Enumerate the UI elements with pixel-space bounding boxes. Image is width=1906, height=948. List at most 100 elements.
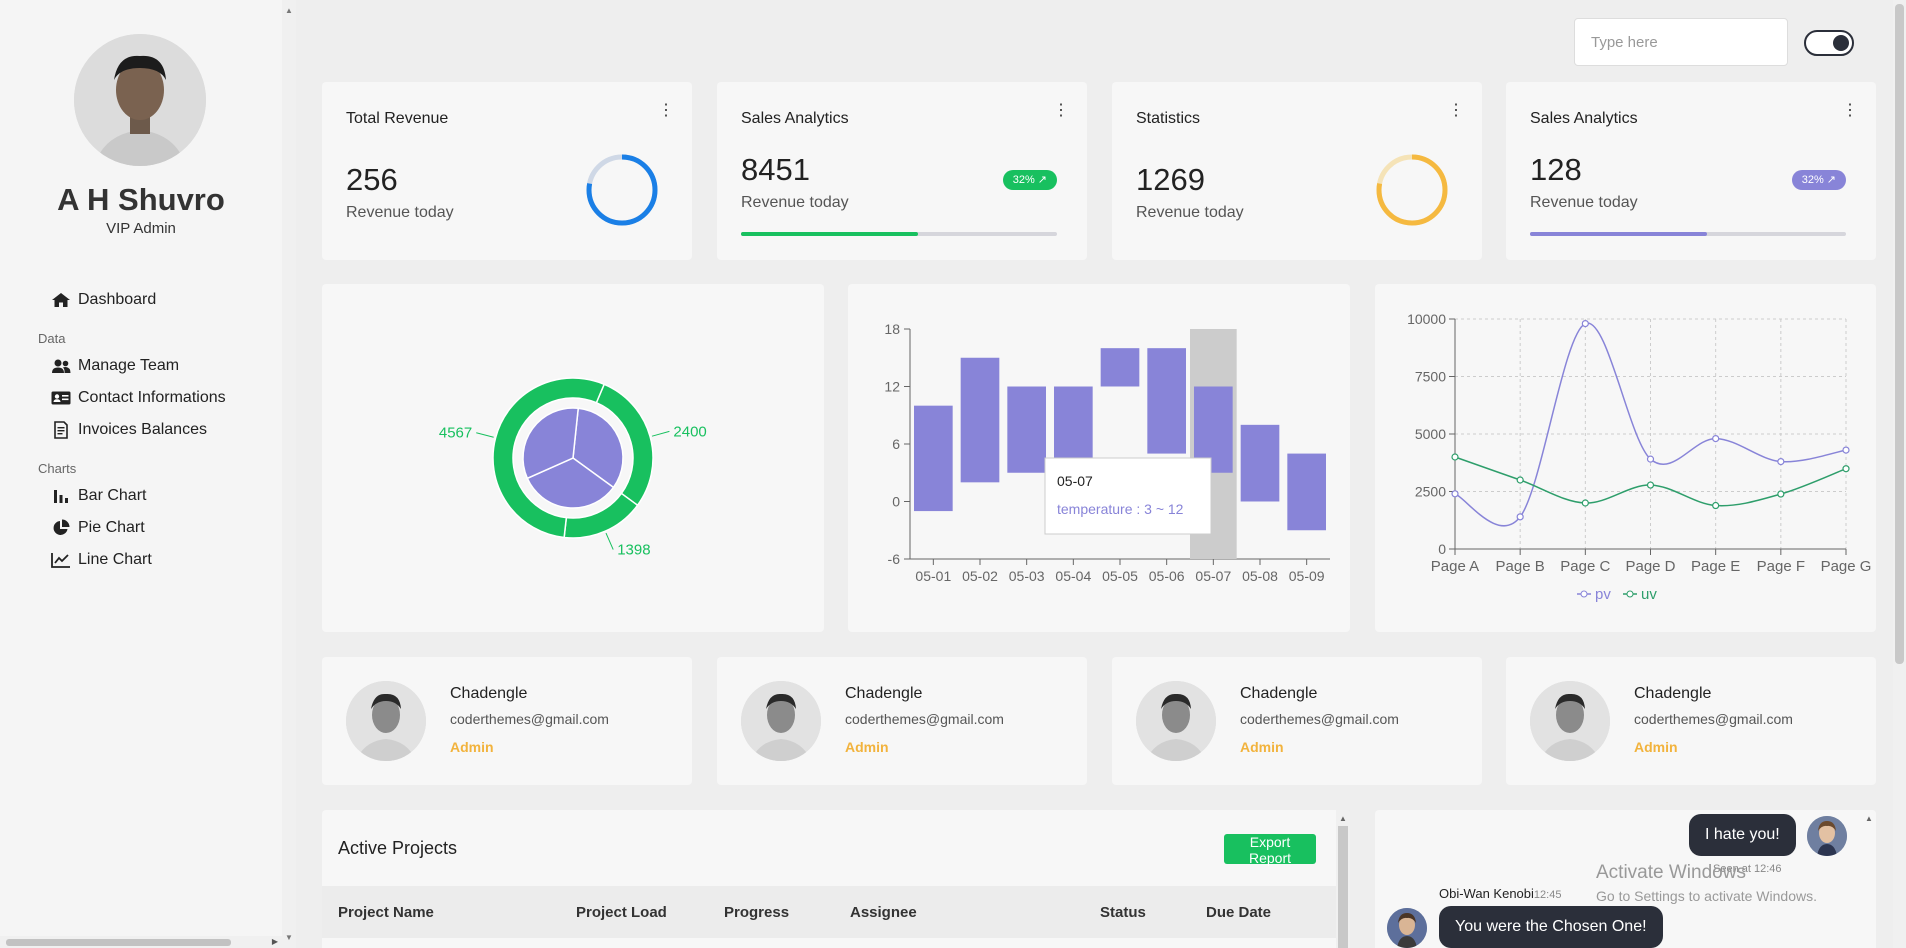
sender-name: Obi-Wan Kenobi (1439, 886, 1534, 901)
sidebar-item-contact-informations[interactable]: Contact Informations (38, 382, 278, 414)
search-input[interactable] (1574, 18, 1788, 66)
watermark-subtitle: Go to Settings to activate Windows. (1596, 888, 1817, 904)
scroll-right-icon[interactable]: ▶ (272, 937, 278, 946)
sidebar-item-bar-chart[interactable]: Bar Chart (38, 480, 278, 512)
x-tick-label: 05-06 (1149, 568, 1185, 584)
x-tick-label: Page F (1757, 558, 1805, 575)
sidebar-item-manage-team[interactable]: Manage Team (38, 350, 278, 382)
range-bar-chart-card: 18 12 6 0 -6 05-01 05-02 05-03 05-04 05-05 05-06 05… (848, 284, 1350, 632)
theme-toggle[interactable] (1804, 30, 1854, 56)
y-tick-label: -6 (888, 551, 901, 567)
legend-marker (1580, 590, 1588, 598)
sidebar-item-label: Manage Team (78, 357, 180, 374)
stat-card-sales-analytics: Sales Analytics ⋮ 8451 Revenue today 32%… (717, 82, 1087, 260)
column-header[interactable]: Progress (724, 904, 789, 921)
y-tick-label: 0 (1438, 541, 1446, 557)
x-tick-label: 05-05 (1102, 568, 1138, 584)
receipt-icon (50, 421, 72, 439)
member-email: coderthemes@gmail.com (845, 711, 1004, 727)
chat-message-outgoing: I hate you! (1689, 814, 1796, 856)
chat-scrollbar[interactable]: ▲ (1862, 810, 1876, 948)
x-tick-label: 05-09 (1289, 568, 1325, 584)
legend-marker (1626, 590, 1634, 598)
scrollbar-thumb[interactable] (1338, 826, 1348, 948)
data-point (1646, 481, 1655, 489)
data-point (1451, 490, 1459, 498)
data-point (1712, 501, 1720, 510)
data-point (1451, 453, 1459, 461)
sidebar-item-label: Invoices Balances (78, 421, 207, 438)
more-vertical-icon[interactable]: ⋮ (1448, 103, 1464, 119)
x-tick-label: Page E (1691, 558, 1740, 575)
data-point (1516, 513, 1524, 521)
ring-chart (586, 154, 658, 226)
scroll-up-icon[interactable]: ▲ (285, 6, 293, 15)
member-name: Chadengle (450, 685, 528, 702)
progress-fill (741, 232, 918, 236)
column-header[interactable]: Assignee (850, 904, 917, 921)
team-card: Chadengle coderthemes@gmail.com Admin (322, 657, 692, 785)
member-avatar (741, 681, 821, 761)
sidebar-nav: Dashboard Data Manage Team Contact Infor… (38, 284, 278, 576)
pie-chart-icon (50, 519, 72, 537)
pie-label-line (476, 432, 494, 438)
x-tick-label: Page A (1431, 558, 1479, 575)
sidebar-vertical-scrollbar[interactable]: ▲ ▼ (282, 0, 296, 948)
pie-label-line (605, 532, 614, 550)
progress-bar (1530, 232, 1846, 236)
contact-card-icon (50, 389, 72, 407)
sidebar-item-line-chart[interactable]: Line Chart (38, 544, 278, 576)
data-point (1842, 465, 1850, 473)
sidebar-horizontal-scrollbar[interactable]: ▶ (0, 936, 282, 948)
stat-title: Total Revenue (346, 110, 449, 127)
column-header[interactable]: Due Date (1206, 904, 1271, 921)
scroll-down-icon[interactable]: ▼ (285, 933, 293, 942)
member-role: Admin (1240, 739, 1284, 755)
sidebar-item-invoices-balances[interactable]: Invoices Balances (38, 414, 278, 446)
sidebar-item-label: Contact Informations (78, 389, 226, 406)
pie-slice-label: 2400 (673, 423, 706, 440)
member-role: Admin (1634, 739, 1678, 755)
member-avatar (1530, 681, 1610, 761)
users-icon (50, 357, 72, 375)
more-vertical-icon[interactable]: ⋮ (1842, 103, 1858, 119)
y-tick-label: 18 (884, 321, 900, 337)
x-tick-label: Page G (1821, 558, 1872, 575)
tooltip-box (1044, 457, 1212, 535)
sidebar-item-label: Pie Chart (78, 519, 145, 536)
column-header[interactable]: Project Name (338, 904, 434, 921)
sidebar-item-dashboard[interactable]: Dashboard (38, 284, 278, 316)
scrollbar-thumb[interactable] (1895, 4, 1904, 664)
profile-avatar (74, 34, 206, 166)
stat-value: 256 (346, 162, 398, 197)
stat-value: 8451 (741, 152, 810, 187)
chat-message-incoming: You were the Chosen One! (1439, 906, 1663, 948)
tooltip-value: temperature : 3 ~ 12 (1057, 501, 1184, 517)
member-name: Chadengle (845, 685, 923, 702)
more-vertical-icon[interactable]: ⋮ (1053, 103, 1069, 119)
ring-chart (1376, 154, 1448, 226)
export-report-button[interactable]: Export Report (1224, 834, 1316, 866)
line-chart-icon (50, 551, 72, 569)
scroll-up-icon[interactable]: ▲ (1865, 814, 1873, 823)
nav-section-data: Data (38, 330, 66, 346)
scrollbar-thumb[interactable] (6, 939, 231, 946)
sidebar-item-label: Line Chart (78, 551, 152, 568)
legend-label: uv (1641, 586, 1657, 603)
projects-scrollbar[interactable]: ▲ (1336, 810, 1350, 948)
sidebar-item-pie-chart[interactable]: Pie Chart (38, 512, 278, 544)
team-card: Chadengle coderthemes@gmail.com Admin (1506, 657, 1876, 785)
more-vertical-icon[interactable]: ⋮ (658, 103, 674, 119)
projects-table-header: Project Name Project Load Progress Assig… (322, 886, 1336, 938)
scroll-up-icon[interactable]: ▲ (1339, 814, 1347, 823)
line-chart: 10000 7500 5000 2500 0Page A Page B Page C Page… (1407, 311, 1872, 603)
bar (1100, 348, 1140, 387)
column-header[interactable]: Project Load (576, 904, 667, 921)
x-tick-label: 05-01 (915, 568, 951, 584)
toggle-knob (1833, 35, 1849, 51)
column-header[interactable]: Status (1100, 904, 1146, 921)
page-scrollbar[interactable] (1893, 0, 1906, 948)
member-avatar (346, 681, 426, 761)
data-point (1777, 458, 1785, 466)
pie-label-line (651, 430, 670, 437)
